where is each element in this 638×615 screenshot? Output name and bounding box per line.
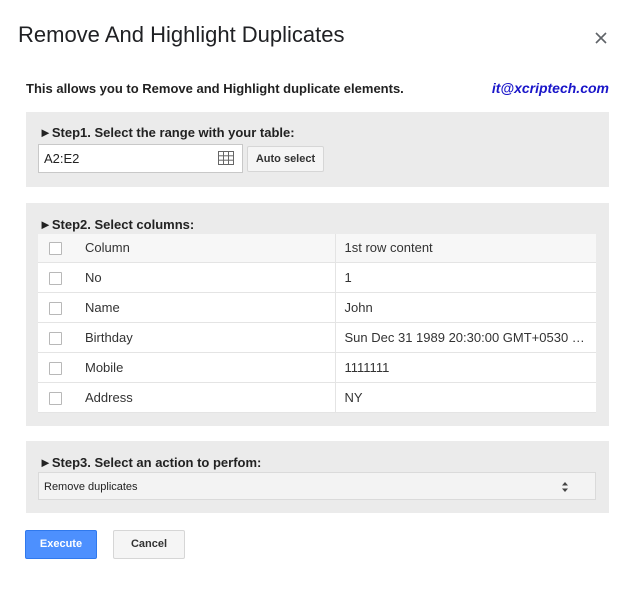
column-content: John (334, 292, 596, 323)
column-name: Address (73, 382, 335, 413)
grid-icon[interactable] (218, 151, 234, 165)
step2-title: ►Step2. Select columns: (39, 217, 195, 232)
column-content: Sun Dec 31 1989 20:30:00 GMT+0530 … (334, 322, 596, 353)
row-checkbox[interactable] (49, 361, 62, 375)
content-header: 1st row content (334, 234, 596, 263)
row-checkbox[interactable] (49, 301, 62, 315)
step1-title: ►Step1. Select the range with your table… (39, 125, 295, 140)
step3-title: ►Step3. Select an action to perfom: (39, 455, 262, 470)
close-icon (595, 32, 607, 44)
intro-text: This allows you to Remove and Highlight … (26, 81, 404, 96)
row-checkbox[interactable] (49, 331, 62, 345)
auto-select-button[interactable]: Auto select (247, 146, 324, 172)
columns-table: Column 1st row content No 1 Name John Bi… (38, 234, 596, 413)
column-name: Birthday (73, 322, 335, 353)
column-content: 1111111 (334, 352, 596, 383)
step1-panel: ►Step1. Select the range with your table… (26, 112, 609, 187)
row-checkbox[interactable] (49, 271, 62, 285)
table-row: Birthday Sun Dec 31 1989 20:30:00 GMT+05… (38, 322, 596, 353)
action-select-value: Remove duplicates (44, 481, 138, 493)
select-arrows-icon (562, 482, 568, 492)
table-row: No 1 (38, 262, 596, 293)
email-link[interactable]: it@xcriptech.com (492, 80, 609, 96)
column-name: Mobile (73, 352, 335, 383)
execute-button[interactable]: Execute (25, 530, 97, 559)
column-name: No (73, 262, 335, 293)
table-header-row: Column 1st row content (38, 234, 596, 263)
select-all-checkbox[interactable] (49, 242, 62, 256)
table-row: Name John (38, 292, 596, 323)
step3-panel: ►Step3. Select an action to perfom: Remo… (26, 441, 609, 513)
column-content: NY (334, 382, 596, 413)
close-button[interactable] (590, 27, 612, 49)
action-select[interactable]: Remove duplicates (38, 472, 596, 500)
column-content: 1 (334, 262, 596, 293)
table-row: Mobile 1111111 (38, 352, 596, 383)
table-row: Address NY (38, 382, 596, 413)
cancel-button[interactable]: Cancel (113, 530, 185, 559)
dialog-title: Remove And Highlight Duplicates (18, 22, 345, 47)
column-header: Column (73, 234, 335, 263)
row-checkbox[interactable] (49, 391, 62, 405)
step2-panel: ►Step2. Select columns: Column 1st row c… (26, 203, 609, 426)
column-name: Name (73, 292, 335, 323)
range-input[interactable]: A2:E2 (38, 144, 243, 173)
